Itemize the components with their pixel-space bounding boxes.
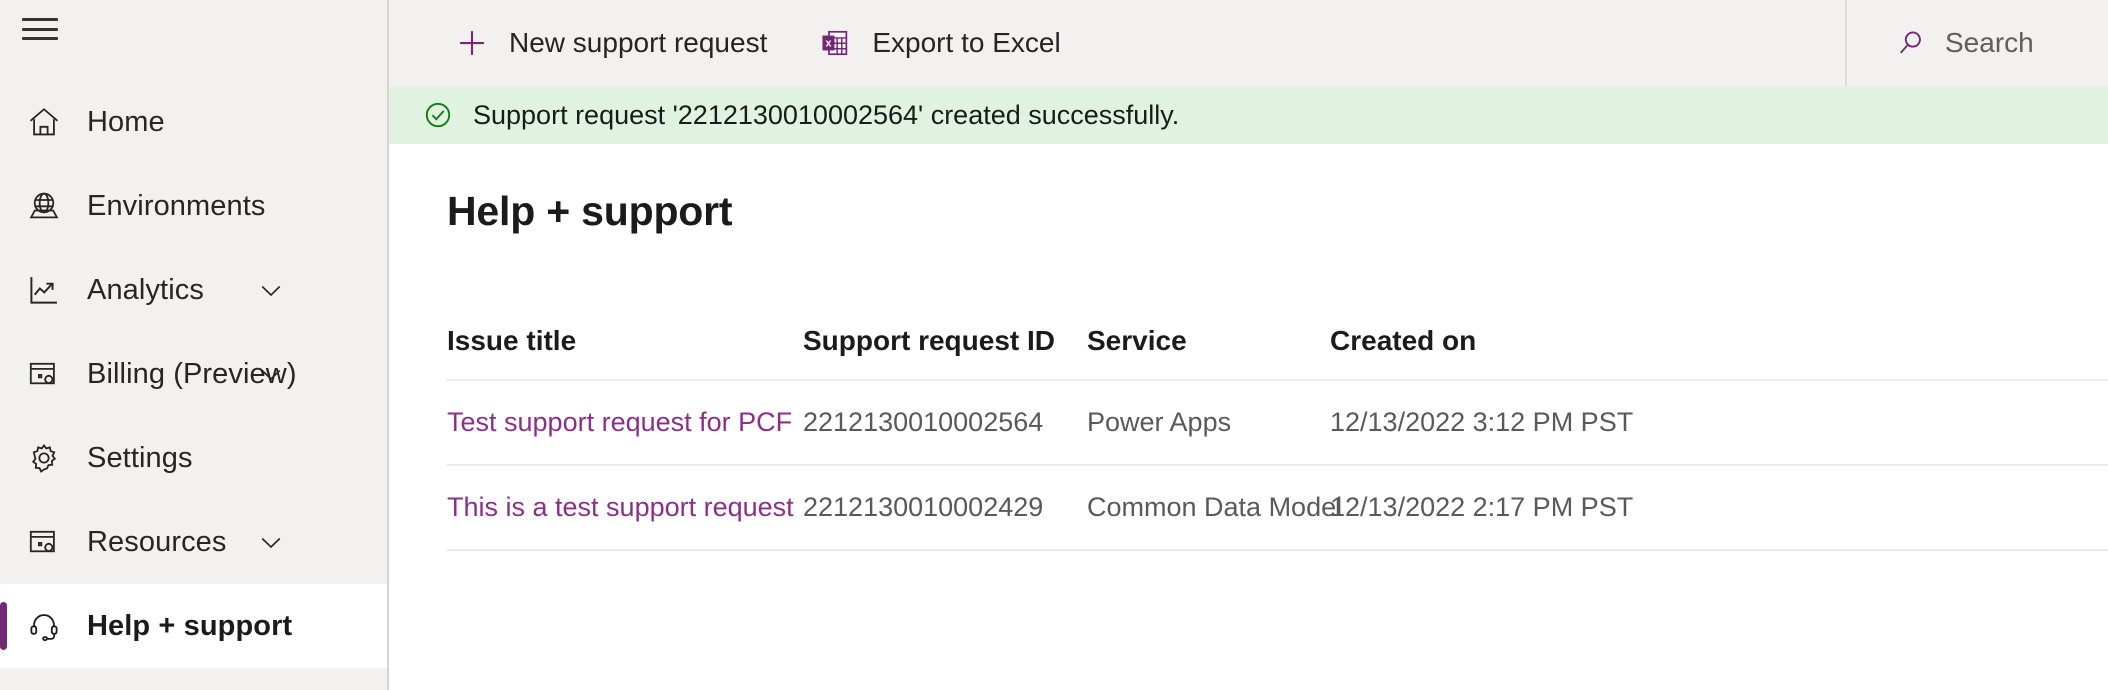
support-requests-table: Issue title Support request ID Service C… [447,303,2108,551]
hamburger-line [22,18,58,21]
cell-service: Common Data Model [1087,492,1343,522]
resources-window-gear-icon [22,520,66,564]
sidebar-item-label: Analytics [87,273,204,306]
search-input[interactable] [1945,27,2108,59]
cell-service: Power Apps [1087,407,1232,437]
new-support-request-button[interactable]: New support request [442,12,777,74]
sidebar-item-resources[interactable]: Resources [0,500,387,584]
hamburger-line [22,27,58,31]
issue-title-link[interactable]: This is a test support request [447,492,794,522]
billing-window-gear-icon [22,352,66,396]
chevron-down-icon[interactable] [255,274,287,306]
table-row[interactable]: Test support request for PCF 22121300100… [447,381,2108,466]
sidebar-item-environments[interactable]: Environments [0,164,387,248]
column-header-support-request-id[interactable]: Support request ID [803,325,1087,357]
selection-indicator [0,602,7,650]
cell-support-request-id: 2212130010002564 [803,407,1044,437]
sidebar-item-settings[interactable]: Settings [0,416,387,500]
cell-issue-title: This is a test support request [447,492,803,523]
main-content: New support request x Export to Excel Se… [389,0,2108,690]
sidebar-item-help-support[interactable]: Help + support [0,584,387,668]
gear-icon [22,436,66,480]
sidebar: Home Environments Analytics Billing (Pre… [0,0,389,690]
hamburger-line [22,37,58,40]
excel-icon: x [815,23,855,63]
sidebar-item-billing[interactable]: Billing (Preview) [0,332,387,416]
page-title: Help + support [447,188,733,234]
menu-toggle-wrap [0,0,387,58]
sidebar-nav: Home Environments Analytics Billing (Pre… [0,80,387,668]
success-banner: Support request '2212130010002564' creat… [389,86,2108,144]
sidebar-item-home[interactable]: Home [0,80,387,164]
column-header-issue-title[interactable]: Issue title [447,325,803,357]
chevron-down-icon[interactable] [255,526,287,558]
sidebar-item-label: Help + support [87,609,293,642]
cell-created-on: 12/13/2022 2:17 PM PST [1330,492,1634,522]
headset-icon [22,604,66,648]
export-to-excel-button[interactable]: x Export to Excel [805,12,1070,74]
cell-issue-title: Test support request for PCF [447,407,803,438]
plus-icon [452,23,492,63]
success-check-circle-icon [421,98,455,132]
sidebar-item-label: Settings [87,441,193,474]
search-box[interactable] [1847,0,2108,86]
sidebar-item-label: Home [87,105,165,138]
sidebar-item-label: Environments [87,189,266,222]
export-to-excel-label: Export to Excel [872,27,1061,58]
chevron-down-icon[interactable] [255,358,287,390]
search-icon [1893,25,1929,61]
column-header-service[interactable]: Service [1087,325,1330,357]
svg-text:x: x [826,37,832,49]
globe-icon [22,184,66,228]
sidebar-item-label: Resources [87,525,227,558]
success-banner-message: Support request '2212130010002564' creat… [473,99,1180,130]
hamburger-icon[interactable] [22,16,58,42]
column-header-created-on[interactable]: Created on [1330,325,1630,357]
sidebar-item-analytics[interactable]: Analytics [0,248,387,332]
table-header-row: Issue title Support request ID Service C… [447,303,2108,381]
chart-line-icon [22,268,66,312]
new-support-request-label: New support request [509,27,768,58]
page-body: Help + support Issue title Support reque… [389,188,2108,551]
help-support-page: Home Environments Analytics Billing (Pre… [0,0,2108,690]
issue-title-link[interactable]: Test support request for PCF [447,407,792,437]
cell-support-request-id: 2212130010002429 [803,492,1044,522]
home-icon [22,100,66,144]
cell-created-on: 12/13/2022 3:12 PM PST [1330,407,1634,437]
command-bar: New support request x Export to Excel [389,0,2108,86]
table-row[interactable]: This is a test support request 221213001… [447,466,2108,551]
